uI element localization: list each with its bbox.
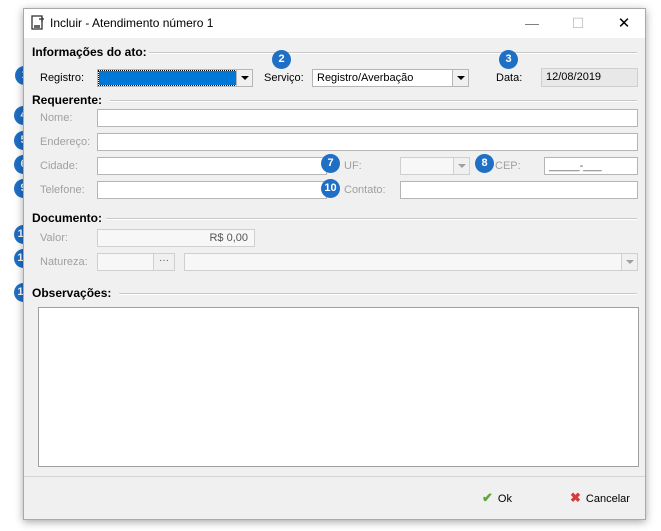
- ok-button[interactable]: ✔ Ok: [482, 487, 512, 509]
- valor-value: R$ 0,00: [209, 232, 248, 244]
- minimize-button[interactable]: —: [509, 9, 555, 38]
- x-icon: ✖: [570, 490, 581, 505]
- uf-label: UF:: [344, 160, 362, 172]
- observacoes-textarea[interactable]: [38, 307, 639, 467]
- natureza-browse-button[interactable]: ···: [153, 254, 174, 270]
- natureza-dropdown-button[interactable]: [621, 254, 637, 270]
- chevron-down-icon: [241, 76, 249, 80]
- uf-select[interactable]: [400, 157, 470, 175]
- callout-badge-8: 8: [475, 154, 494, 173]
- section-documento: Documento:: [32, 211, 102, 225]
- servico-value: Registro/Averbação: [317, 72, 414, 84]
- registro-select[interactable]: [97, 69, 253, 87]
- data-value: 12/08/2019: [546, 71, 602, 83]
- servico-select[interactable]: Registro/Averbação: [312, 69, 469, 87]
- uf-dropdown-button[interactable]: [453, 158, 469, 174]
- dialog-footer: ✔ Ok ✖ Cancelar: [24, 476, 645, 519]
- valor-label: Valor:: [40, 232, 68, 244]
- cancel-button[interactable]: ✖ Cancelar: [570, 487, 630, 509]
- natureza-code-input[interactable]: ···: [97, 253, 175, 271]
- cep-label: CEP:: [495, 160, 521, 172]
- section-observacoes: Observações:: [32, 286, 112, 300]
- telefone-label: Telefone:: [40, 184, 85, 196]
- ok-label: Ok: [497, 493, 512, 505]
- data-label: Data:: [496, 72, 523, 84]
- contato-input[interactable]: [400, 181, 638, 199]
- servico-dropdown-button[interactable]: [452, 70, 468, 86]
- chevron-down-icon: [626, 260, 634, 264]
- nome-input[interactable]: [97, 109, 638, 127]
- window-title: Incluir - Atendimento número 1: [50, 16, 214, 30]
- nome-label: Nome:: [40, 112, 73, 124]
- cancel-label: Cancelar: [585, 493, 630, 505]
- data-field: 12/08/2019: [541, 68, 638, 87]
- cidade-label: Cidade:: [40, 160, 78, 172]
- valor-field[interactable]: R$ 0,00: [97, 229, 255, 247]
- registro-selection: [98, 70, 237, 86]
- callout-badge-3: 3: [499, 50, 518, 69]
- registro-dropdown-button[interactable]: [236, 70, 252, 86]
- divider: [149, 52, 637, 54]
- maximize-button[interactable]: ☐: [555, 9, 601, 38]
- dialog-window: Incluir - Atendimento número 1 — ☐ ✕ Inf…: [23, 8, 646, 520]
- document-edit-icon: [31, 15, 44, 30]
- section-requerente: Requerente:: [32, 93, 103, 107]
- divider: [106, 218, 637, 220]
- natureza-label: Natureza:: [40, 256, 88, 268]
- chevron-down-icon: [457, 76, 465, 80]
- registro-label: Registro:: [40, 72, 85, 84]
- title-bar: Incluir - Atendimento número 1 — ☐ ✕: [24, 9, 645, 38]
- callout-badge-2: 2: [272, 50, 291, 69]
- section-informacoes-do-ato: Informações do ato:: [32, 45, 147, 59]
- endereco-label: Endereço:: [40, 136, 91, 148]
- cep-input[interactable]: _____-___: [544, 157, 638, 175]
- servico-label: Serviço:: [264, 72, 304, 84]
- natureza-select[interactable]: [184, 253, 638, 271]
- telefone-input[interactable]: [97, 181, 327, 199]
- divider: [110, 100, 637, 102]
- cidade-input[interactable]: [97, 157, 327, 175]
- chevron-down-icon: [458, 164, 466, 168]
- divider: [119, 293, 637, 295]
- callout-badge-10: 10: [321, 179, 340, 198]
- callout-badge-7: 7: [321, 154, 340, 173]
- check-icon: ✔: [482, 490, 493, 505]
- cep-value: _____-___: [549, 160, 602, 172]
- endereco-input[interactable]: [97, 133, 638, 151]
- contato-label: Contato:: [344, 184, 386, 196]
- close-button[interactable]: ✕: [601, 9, 645, 38]
